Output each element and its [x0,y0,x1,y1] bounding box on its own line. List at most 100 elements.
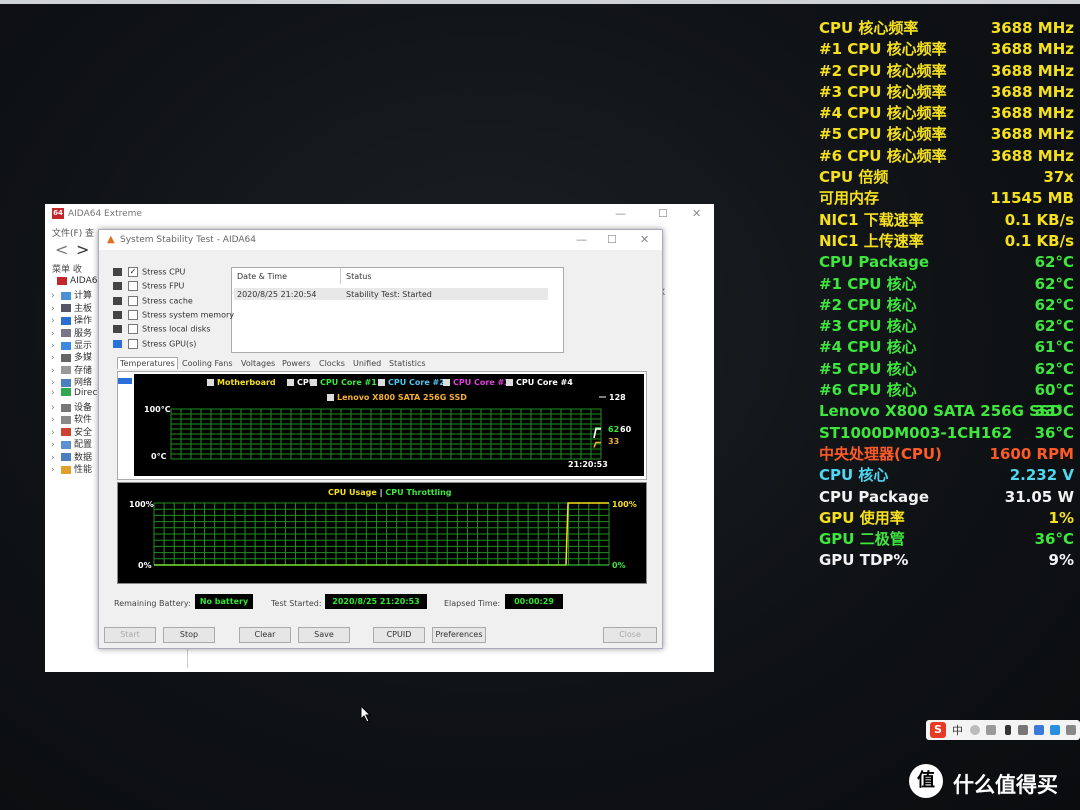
tree-item[interactable]: AIDA64 [47,276,103,286]
osd-label: #5 CPU 核心 [819,359,917,378]
close-icon[interactable]: ✕ [692,207,701,220]
osd-label: #4 CPU 核心 [819,338,917,357]
minimize-icon[interactable]: — [615,207,626,220]
sst-close-icon[interactable]: ✕ [640,233,649,246]
tab-statistics[interactable]: Statistics [387,358,428,369]
tab-powers[interactable]: Powers [280,358,312,369]
osd-row: NIC1 下载速率 0.1 KB/s [814,210,1080,231]
legend-checkbox[interactable] [327,394,334,401]
temp-legend-item[interactable]: CPU Core #3 [443,378,510,387]
save-button[interactable]: Save [298,627,350,643]
stress-checkbox[interactable] [128,295,138,306]
tree-item[interactable]: › 设备 [51,400,92,413]
main-titlebar[interactable]: 64 AIDA64 Extreme — ☐ ✕ [45,204,714,224]
legend-checkbox[interactable] [506,379,513,386]
stress-option[interactable]: Stress GPU(s) [113,338,196,349]
tree-item[interactable]: › 数据 [51,450,92,463]
expand-arrow-icon[interactable]: › [51,388,61,398]
stop-button[interactable]: Stop [163,627,215,643]
ime-punctuation-icon[interactable] [970,725,980,735]
stress-checkbox[interactable] [128,281,138,292]
osd-value: 62°C [1034,359,1074,378]
tree-item-icon [61,329,71,338]
osd-row: 可用内存 11545 MB [814,188,1080,209]
stress-checkbox[interactable] [128,338,138,349]
tree-item-icon [61,341,71,350]
cpuid-button[interactable]: CPUID [373,627,425,643]
temp-legend-item[interactable]: CPU Core #4 [506,378,573,387]
legend-checkbox[interactable] [310,379,317,386]
legend-checkbox[interactable] [443,379,450,386]
tree-item[interactable]: › 主板 [51,301,92,314]
main-menubar[interactable]: 文件(F) 查 [52,226,94,239]
clear-button[interactable]: Clear [239,627,291,643]
tab-voltages[interactable]: Voltages [239,358,277,369]
osd-row: #1 CPU 核心频率 3688 MHz [814,39,1080,60]
ime-toolbox-icon[interactable] [1050,725,1060,735]
tree-item-icon [61,378,71,387]
back-arrow-icon[interactable]: < [55,240,68,259]
tree-item[interactable]: › 服务 [51,326,92,339]
log-row[interactable]: 2020/8/25 21:20:54 Stability Test: Start… [234,288,548,300]
osd-label: #6 CPU 核心频率 [819,146,947,165]
stress-checkbox[interactable] [128,324,138,335]
ime-keyboard-icon[interactable] [1018,725,1028,735]
tree-item[interactable]: › Direc [51,388,97,398]
sst-maximize-icon[interactable]: ☐ [607,233,617,246]
temp-legend-item[interactable]: Lenovo X800 SATA 256G SSD [327,393,467,402]
ime-skin-icon[interactable] [1034,725,1044,735]
ime-language[interactable]: 中 [952,722,963,738]
tree-item[interactable]: › 配置 [51,437,92,450]
ime-emoji-icon[interactable] [986,725,996,735]
stress-option-label: Stress local disks [142,324,211,334]
left-panel-tabs[interactable]: 菜单 收 [52,262,82,275]
ime-settings-icon[interactable] [1066,725,1076,735]
tree-item[interactable]: › 安全 [51,425,92,438]
sst-titlebar[interactable]: ▲ System Stability Test - AIDA64 — ☐ ✕ [99,230,662,250]
osd-label: CPU 核心频率 [819,19,919,37]
close-button[interactable]: Close [603,627,657,643]
tree-item-icon [61,465,71,474]
tab-clocks[interactable]: Clocks [317,358,347,369]
expand-arrow-icon[interactable]: › [51,465,61,475]
temp-legend-item[interactable]: CPU Core #1 [310,378,377,387]
usage-y-min-right: 0% [612,561,626,570]
ime-toolbar[interactable]: S 中 [926,720,1080,740]
ime-voice-icon[interactable] [1005,725,1011,735]
stress-option[interactable]: ✓ Stress CPU [113,267,185,277]
tree-item[interactable]: › 性能 [51,462,92,475]
osd-value: 36°C [1034,423,1074,442]
stress-option[interactable]: Stress cache [113,295,193,306]
start-button[interactable]: Start [104,627,156,643]
sst-minimize-icon[interactable]: — [576,233,587,246]
tree-item[interactable]: › 多媒 [51,350,92,363]
stress-checkbox[interactable]: ✓ [128,267,138,277]
tree-item[interactable]: › 显示 [51,338,92,351]
tree-item[interactable]: › 网络 [51,375,92,388]
maximize-icon[interactable]: ☐ [658,207,668,220]
cpu-throttling-title: CPU Throttling [385,488,452,497]
stress-option[interactable]: Stress FPU [113,281,184,292]
tree-item[interactable]: › 软件 [51,412,92,425]
tree-item-icon [61,316,71,325]
stress-option[interactable]: Stress system memory [113,309,234,320]
forward-arrow-icon[interactable]: > [76,240,89,259]
tab-unified[interactable]: Unified [351,358,383,369]
legend-checkbox[interactable] [207,379,214,386]
legend-checkbox[interactable] [287,379,294,386]
temp-legend-item[interactable]: Motherboard [207,378,276,387]
stress-option-label: Stress cache [142,296,193,306]
temp-legend-item[interactable]: CPU Core #2 [378,378,445,387]
tree-item[interactable]: › 存储 [51,363,92,376]
sogou-ime-icon[interactable]: S [930,722,946,738]
tree-item-icon [61,403,71,412]
legend-checkbox[interactable] [378,379,385,386]
tree-item[interactable]: › 计算 [51,288,92,301]
tab-cooling-fans[interactable]: Cooling Fans [180,358,235,369]
preferences-button[interactable]: Preferences [432,627,486,643]
tab-temperatures[interactable]: Temperatures [117,357,178,369]
stress-checkbox[interactable] [128,309,138,320]
elapsed-time-label: Elapsed Time: [444,599,501,608]
stress-option[interactable]: Stress local disks [113,324,211,335]
tree-item[interactable]: › 操作 [51,313,92,326]
